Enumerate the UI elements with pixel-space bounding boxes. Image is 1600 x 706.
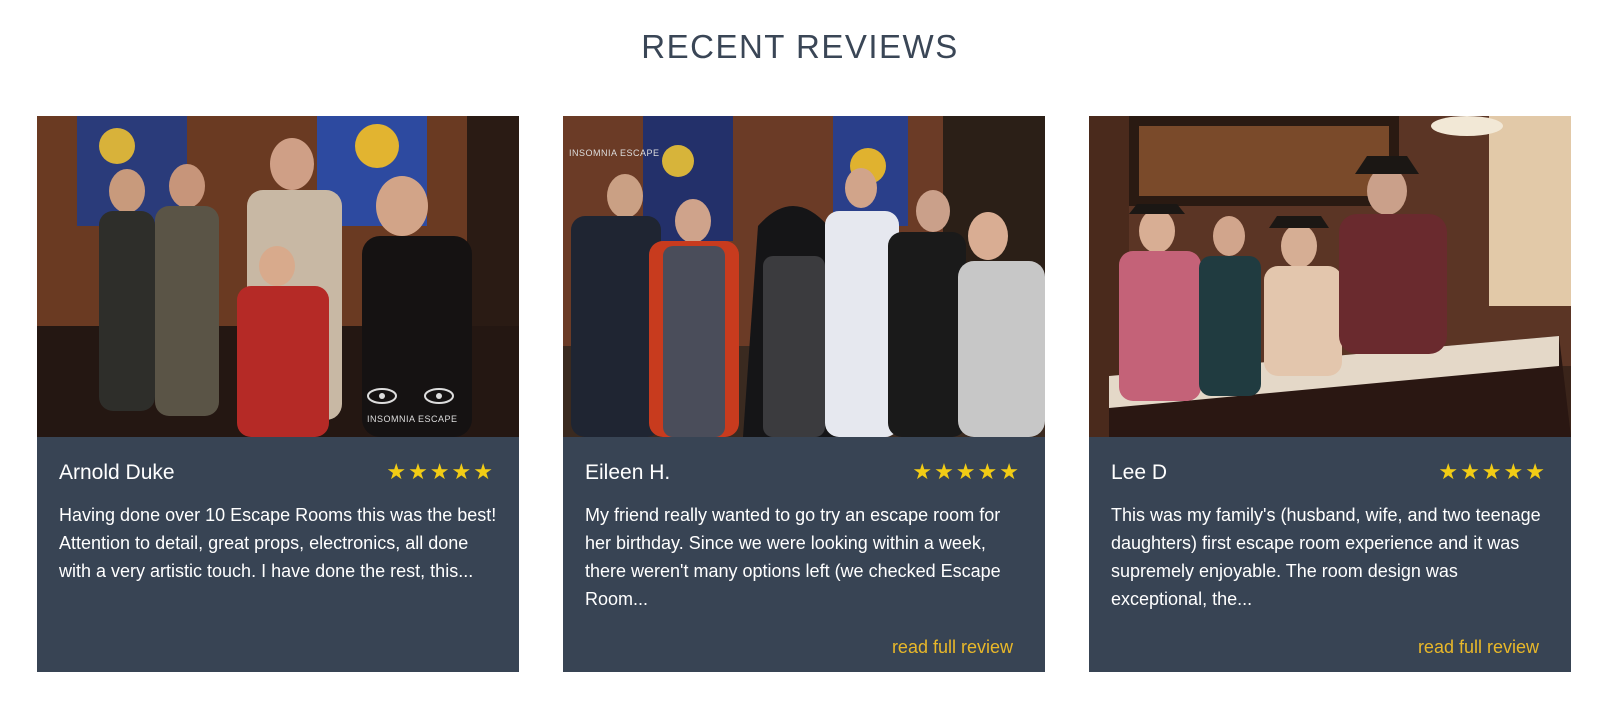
star-rating: ★ ★ ★ ★ ★ bbox=[1438, 461, 1545, 485]
star-icon: ★ bbox=[912, 460, 933, 485]
section-title: RECENT REVIEWS bbox=[641, 28, 959, 65]
star-icon: ★ bbox=[429, 460, 450, 485]
read-full-review-link[interactable]: read full review bbox=[892, 637, 1013, 658]
review-info: Lee D ★ ★ ★ ★ ★ This was my family's (hu… bbox=[1089, 437, 1571, 672]
star-icon: ★ bbox=[1525, 460, 1545, 485]
star-rating: ★ ★ ★ ★ ★ bbox=[912, 461, 1019, 485]
star-icon: ★ bbox=[934, 460, 954, 485]
star-icon: ★ bbox=[386, 460, 407, 485]
review-excerpt: Having done over 10 Escape Rooms this wa… bbox=[59, 505, 497, 581]
review-card: INSOMNIA ESCAPE Arnold Duke ★ ★ ★ ★ ★ Ha… bbox=[37, 116, 519, 672]
reviewer-name: Arnold Duke bbox=[59, 461, 175, 484]
review-info: Arnold Duke ★ ★ ★ ★ ★ Having done over 1… bbox=[37, 437, 519, 672]
review-info: Eileen H. ★ ★ ★ ★ ★ My friend really wan… bbox=[563, 437, 1045, 672]
photo-watermark: INSOMNIA ESCAPE bbox=[367, 414, 458, 424]
star-icon: ★ bbox=[1503, 460, 1524, 485]
photo-watermark: INSOMNIA ESCAPE bbox=[569, 148, 660, 158]
review-excerpt: My friend really wanted to go try an esc… bbox=[585, 505, 1001, 609]
reviewer-name: Eileen H. bbox=[585, 461, 671, 484]
star-icon: ★ bbox=[955, 460, 976, 485]
star-icon: ★ bbox=[1438, 460, 1459, 485]
review-excerpt: This was my family's (husband, wife, and… bbox=[1111, 505, 1541, 609]
star-icon: ★ bbox=[999, 460, 1019, 485]
star-icon: ★ bbox=[408, 460, 428, 485]
reviewer-name: Lee D bbox=[1111, 461, 1168, 484]
read-full-review-link[interactable]: read full review bbox=[1418, 637, 1539, 658]
review-card: Lee D ★ ★ ★ ★ ★ This was my family's (hu… bbox=[1089, 116, 1571, 672]
star-icon: ★ bbox=[977, 460, 998, 485]
star-rating: ★ ★ ★ ★ ★ bbox=[386, 461, 493, 485]
review-photo bbox=[1089, 116, 1571, 437]
review-card: INSOMNIA ESCAPE Eileen H. ★ ★ ★ ★ ★ My f… bbox=[563, 116, 1045, 672]
review-photo: INSOMNIA ESCAPE bbox=[37, 116, 519, 437]
star-icon: ★ bbox=[1481, 460, 1502, 485]
star-icon: ★ bbox=[473, 460, 493, 485]
star-icon: ★ bbox=[1460, 460, 1480, 485]
star-icon: ★ bbox=[451, 460, 472, 485]
review-photo: INSOMNIA ESCAPE bbox=[563, 116, 1045, 437]
